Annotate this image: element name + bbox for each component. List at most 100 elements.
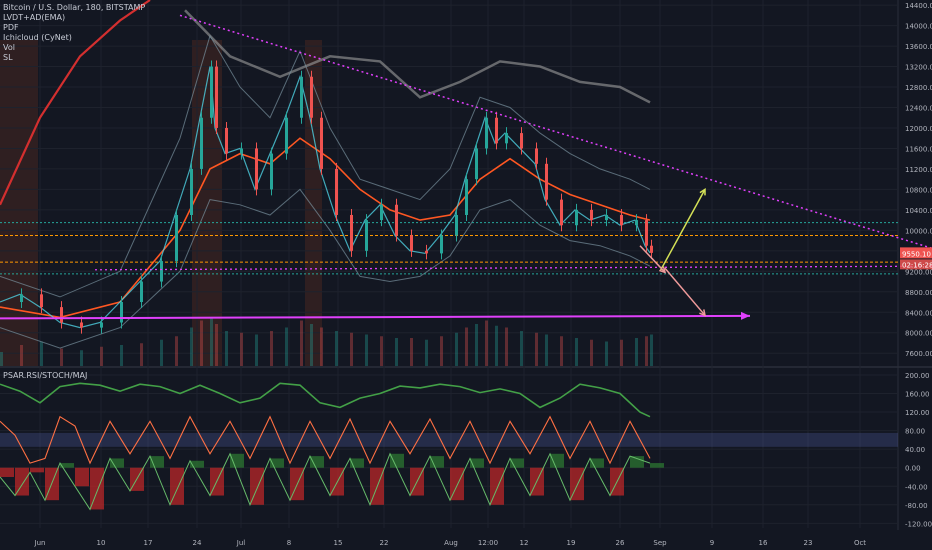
candle-body-38	[545, 163, 548, 200]
volume-bar-43	[620, 339, 623, 366]
candle-body-7	[140, 281, 143, 303]
x-tick-8: Aug	[444, 539, 458, 547]
candle-body-6	[120, 302, 123, 323]
candle-body-15	[240, 148, 243, 154]
volume-bar-9	[175, 336, 178, 366]
volume-bar-38	[545, 334, 548, 366]
volume-bar-39	[560, 336, 563, 366]
volume-bar-34	[495, 325, 498, 366]
volume-bar-31	[465, 327, 468, 366]
candle-body-16	[255, 148, 258, 190]
maj-osc-bar-0	[0, 467, 14, 477]
candle-body-20	[310, 76, 313, 118]
x-tick-3: 24	[193, 539, 202, 547]
candle-body-40	[575, 209, 578, 226]
volume-bar-44	[635, 338, 638, 366]
candle-body-45	[645, 220, 648, 246]
volume-bar-33	[485, 320, 488, 366]
maj-osc-bar-17	[310, 456, 324, 468]
candle-body-13	[215, 66, 218, 128]
volume-bar-26	[395, 338, 398, 366]
y-tick-main-6: 10000.00	[905, 227, 932, 235]
candle-body-46	[650, 245, 653, 253]
volume-bar-20	[310, 324, 313, 366]
volume-bar-21	[320, 327, 323, 366]
y-tick-ind-1: -80.00	[905, 502, 928, 510]
x-tick-10: 12	[520, 539, 529, 547]
volume-bar-29	[440, 336, 443, 366]
y-tick-ind-4: 40.00	[905, 446, 925, 454]
volume-bar-13	[215, 324, 218, 366]
x-tick-0: Jun	[34, 539, 46, 547]
x-tick-14: 9	[710, 539, 714, 547]
maj-osc-bar-21	[390, 453, 404, 468]
volume-bar-15	[240, 332, 243, 366]
y-tick-main-1: 8000.00	[905, 330, 932, 338]
x-tick-2: 17	[144, 539, 153, 547]
candle-body-29	[440, 235, 443, 254]
volume-bar-2	[40, 341, 43, 366]
candle-body-11	[200, 117, 203, 169]
x-tick-9: 12:00	[478, 539, 498, 547]
candle-body-5	[100, 322, 103, 328]
volume-bar-19	[300, 320, 303, 366]
countdown-label: 02:16:28	[902, 261, 932, 269]
legend-item-ichicloud: Ichicloud (CyNet)	[3, 33, 72, 42]
y-tick-main-8: 10800.00	[905, 186, 932, 194]
candle-body-18	[285, 117, 288, 154]
volume-bar-6	[120, 345, 123, 366]
candle-body-1	[20, 294, 23, 303]
volume-bar-16	[255, 334, 258, 366]
candle-body-37	[535, 148, 538, 164]
legend-item-pdf: PDF	[3, 23, 19, 32]
highlight-zone-0	[0, 40, 38, 366]
volume-bar-11	[200, 320, 203, 366]
y-tick-ind-8: 200.00	[905, 372, 930, 380]
y-tick-main-17: 14400.00	[905, 2, 932, 10]
x-tick-6: 15	[334, 539, 343, 547]
volume-bar-36	[520, 331, 523, 366]
volume-bar-4	[80, 350, 83, 366]
candle-body-4	[80, 322, 83, 328]
volume-bar-14	[225, 331, 228, 366]
maj-osc-bar-7	[110, 458, 124, 468]
x-tick-16: 23	[804, 539, 813, 547]
volume-bar-22	[335, 331, 338, 366]
y-tick-ind-7: 160.00	[905, 391, 930, 399]
y-tick-ind-2: -40.00	[905, 483, 928, 491]
legend-item-lvdt: LVDT+AD(EMA)	[3, 13, 66, 22]
chart-title: Bitcoin / U.S. Dollar, 180, BITSTAMP	[3, 3, 146, 12]
x-tick-17: Oct	[854, 539, 866, 547]
candle-body-39	[560, 199, 563, 226]
candle-body-19	[300, 76, 303, 118]
volume-bar-7	[140, 343, 143, 366]
candle-body-10	[190, 168, 193, 215]
volume-bar-5	[100, 346, 103, 366]
y-tick-main-2: 8400.00	[905, 309, 932, 317]
volume-bar-28	[425, 339, 428, 366]
x-tick-11: 19	[567, 539, 576, 547]
y-tick-main-3: 8800.00	[905, 289, 932, 297]
volume-bar-35	[505, 327, 508, 366]
volume-bar-23	[350, 332, 353, 366]
y-tick-main-4: 9200.00	[905, 268, 932, 276]
y-tick-main-13: 12800.00	[905, 84, 932, 92]
volume-bar-45	[645, 336, 648, 366]
volume-bar-3	[60, 348, 63, 366]
chart-root: 7600.008000.008400.008800.009200.009600.…	[0, 0, 932, 550]
candle-body-32	[475, 148, 478, 180]
candle-body-22	[335, 168, 338, 215]
maj-osc-bar-13	[230, 453, 244, 468]
candle-body-3	[60, 307, 63, 323]
y-tick-main-11: 12000.00	[905, 125, 932, 133]
legend-item-sl: SL	[3, 53, 13, 62]
y-tick-main-14: 13200.00	[905, 64, 932, 72]
x-axis-background	[0, 530, 932, 550]
volume-bar-32	[475, 324, 478, 366]
candle-body-23	[350, 214, 353, 251]
y-tick-main-10: 11600.00	[905, 145, 932, 153]
x-tick-12: 26	[616, 539, 625, 547]
candle-body-17	[270, 153, 273, 190]
candle-body-30	[455, 214, 458, 236]
volume-bar-40	[575, 338, 578, 366]
